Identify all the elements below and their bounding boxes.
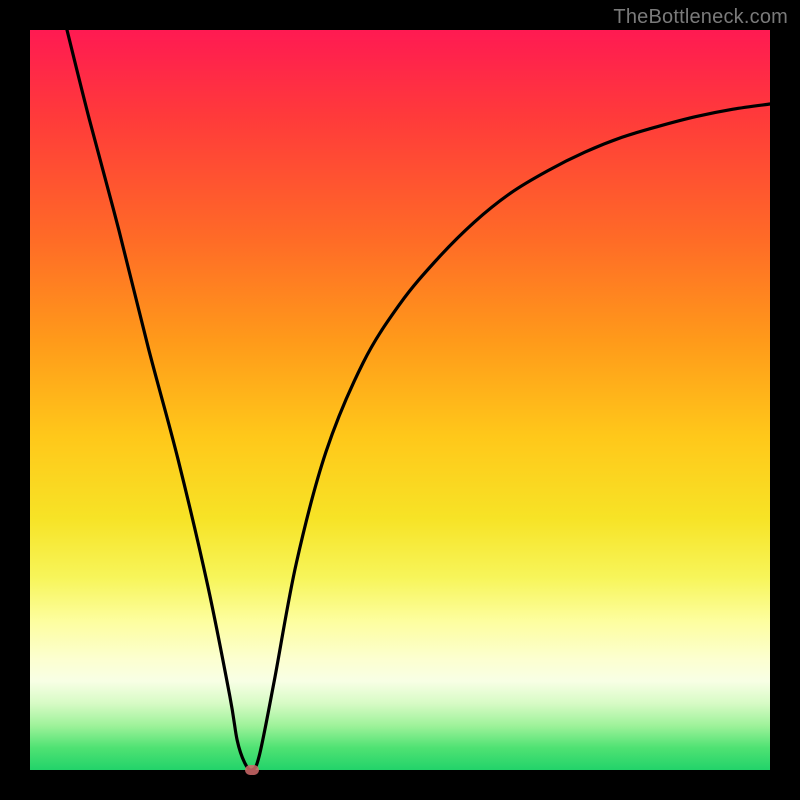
plot-area <box>30 30 770 770</box>
chart-container: TheBottleneck.com <box>0 0 800 800</box>
watermark-label: TheBottleneck.com <box>613 6 788 29</box>
bottleneck-curve <box>67 30 770 770</box>
min-point-marker <box>245 765 259 775</box>
curve-svg <box>30 30 770 770</box>
